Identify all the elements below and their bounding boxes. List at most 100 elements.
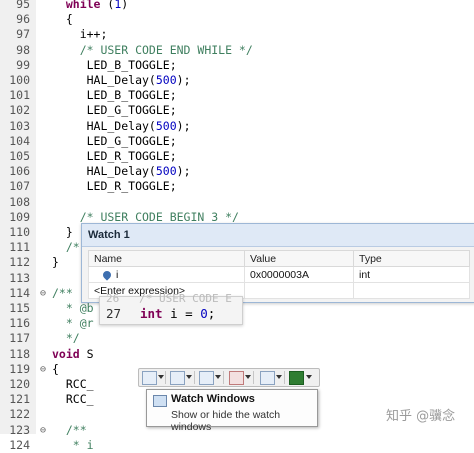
code-line[interactable]: 101 LED_B_TOGGLE; bbox=[0, 88, 474, 103]
code-text: HAL_Delay(500); bbox=[52, 73, 191, 87]
line-number[interactable]: 98 bbox=[0, 43, 30, 58]
column-type-header[interactable]: Type bbox=[353, 250, 470, 267]
line-number[interactable]: 105 bbox=[0, 149, 30, 164]
call-stack-icon[interactable] bbox=[229, 371, 244, 385]
fold-toggle-icon[interactable]: ⊖ bbox=[38, 362, 48, 377]
chevron-down-icon[interactable] bbox=[186, 375, 192, 379]
registers-icon[interactable] bbox=[199, 371, 214, 385]
chevron-down-icon[interactable] bbox=[276, 375, 282, 379]
fold-toggle-icon[interactable]: ⊖ bbox=[38, 423, 48, 438]
memory-icon[interactable] bbox=[170, 371, 185, 385]
code-line[interactable]: 106 HAL_Delay(500); bbox=[0, 164, 474, 179]
code-text: /** bbox=[52, 285, 73, 300]
fold-marker bbox=[38, 88, 48, 103]
line-number[interactable]: 121 bbox=[0, 392, 30, 407]
toolbar-separator bbox=[194, 371, 195, 384]
line-number[interactable]: 100 bbox=[0, 73, 30, 88]
line-number[interactable]: 103 bbox=[0, 119, 30, 134]
code-line[interactable]: 97 i++; bbox=[0, 27, 474, 42]
line-number[interactable]: 110 bbox=[0, 225, 30, 240]
column-name-header[interactable]: Name bbox=[88, 250, 245, 267]
line-number[interactable]: 117 bbox=[0, 331, 30, 346]
code-line[interactable]: 117 */ bbox=[0, 331, 474, 346]
line-number[interactable]: 112 bbox=[0, 255, 30, 270]
code-text: /* USER CODE END WHILE */ bbox=[52, 42, 253, 57]
watch-row-value[interactable]: 0x0000003A bbox=[244, 266, 354, 283]
line-number[interactable]: 116 bbox=[0, 316, 30, 331]
code-line[interactable]: 108 bbox=[0, 195, 474, 210]
line-number[interactable]: 101 bbox=[0, 88, 30, 103]
line-number[interactable]: 102 bbox=[0, 103, 30, 118]
line-number[interactable]: 99 bbox=[0, 58, 30, 73]
line-number[interactable]: 108 bbox=[0, 195, 30, 210]
variable-icon bbox=[101, 269, 113, 281]
hover-ghost-line: 26 /* USER CODE E bbox=[106, 292, 232, 305]
fold-marker bbox=[38, 195, 48, 210]
line-number[interactable]: 109 bbox=[0, 210, 30, 225]
serial-icon[interactable] bbox=[260, 371, 275, 385]
code-line[interactable]: 102 LED_G_TOGGLE; bbox=[0, 103, 474, 118]
fold-marker bbox=[38, 27, 48, 42]
line-number[interactable]: 106 bbox=[0, 164, 30, 179]
chevron-down-icon[interactable] bbox=[215, 375, 221, 379]
code-line[interactable]: 100 HAL_Delay(500); bbox=[0, 73, 474, 88]
fold-marker bbox=[38, 164, 48, 179]
toolbar-separator bbox=[284, 371, 285, 384]
line-number[interactable]: 111 bbox=[0, 240, 30, 255]
watch-row-name-cell[interactable]: i bbox=[88, 266, 245, 283]
code-text: */ bbox=[52, 331, 80, 346]
code-text: /** bbox=[52, 422, 87, 437]
line-number[interactable]: 118 bbox=[0, 347, 30, 362]
code-line[interactable]: 96 { bbox=[0, 12, 474, 27]
watch-row-type: int bbox=[353, 266, 470, 283]
column-value-header[interactable]: Value bbox=[244, 250, 354, 267]
line-number[interactable]: 120 bbox=[0, 377, 30, 392]
watch-window[interactable]: Watch 1 Name Value Type i 0x0000003A int… bbox=[81, 223, 474, 303]
line-number[interactable]: 119 bbox=[0, 362, 30, 377]
toolbar-separator bbox=[223, 371, 224, 384]
code-line[interactable]: 95 while (1) bbox=[0, 0, 474, 12]
code-text: LED_B_TOGGLE; bbox=[52, 57, 177, 72]
chevron-down-icon[interactable] bbox=[245, 375, 251, 379]
watch-windows-tooltip: Watch Windows Show or hide the watch win… bbox=[146, 389, 318, 433]
code-line[interactable]: 118 void S bbox=[0, 347, 474, 362]
code-line[interactable]: 124 * i bbox=[0, 438, 474, 453]
fold-toggle-icon[interactable]: ⊖ bbox=[38, 286, 48, 301]
fold-marker bbox=[38, 271, 48, 286]
logic-analyzer-icon[interactable] bbox=[289, 371, 304, 385]
line-number[interactable]: 104 bbox=[0, 134, 30, 149]
code-text: LED_G_TOGGLE; bbox=[52, 103, 177, 118]
watermark: 知乎 @骥念 bbox=[386, 409, 456, 424]
line-number[interactable]: 124 bbox=[0, 438, 30, 453]
chevron-down-icon[interactable] bbox=[306, 375, 312, 379]
line-number[interactable]: 123 bbox=[0, 423, 30, 438]
code-line[interactable]: 103 HAL_Delay(500); bbox=[0, 119, 474, 134]
code-line[interactable]: 98 /* USER CODE END WHILE */ bbox=[0, 43, 474, 58]
code-line[interactable]: 107 LED_R_TOGGLE; bbox=[0, 179, 474, 194]
code-hover-tooltip: 26 /* USER CODE E 27 int i = 0; bbox=[99, 292, 243, 325]
line-number[interactable]: 95 bbox=[0, 0, 30, 12]
fold-marker bbox=[38, 377, 48, 392]
code-line[interactable]: 104 LED_G_TOGGLE; bbox=[0, 134, 474, 149]
fold-marker bbox=[38, 73, 48, 88]
hover-code: int i = 0; bbox=[140, 306, 216, 321]
code-text: HAL_Delay(500); bbox=[52, 118, 191, 133]
code-text: while (1) bbox=[65, 0, 129, 11]
code-line[interactable]: 99 LED_B_TOGGLE; bbox=[0, 58, 474, 73]
watch-window-title[interactable]: Watch 1 bbox=[82, 224, 474, 247]
line-number[interactable]: 113 bbox=[0, 271, 30, 286]
line-number[interactable]: 115 bbox=[0, 301, 30, 316]
code-line[interactable]: 105 LED_R_TOGGLE; bbox=[0, 149, 474, 164]
chevron-down-icon[interactable] bbox=[158, 375, 164, 379]
line-number[interactable]: 96 bbox=[0, 12, 30, 27]
fold-marker bbox=[38, 210, 48, 225]
line-number[interactable]: 97 bbox=[0, 27, 30, 42]
code-text: LED_B_TOGGLE; bbox=[52, 88, 177, 103]
line-number[interactable]: 107 bbox=[0, 179, 30, 194]
watch-window-icon[interactable] bbox=[142, 371, 157, 385]
hover-line-number: 27 bbox=[106, 306, 122, 321]
watch-row[interactable]: i 0x0000003A int bbox=[88, 266, 470, 283]
line-number[interactable]: 114 bbox=[0, 286, 30, 301]
line-number[interactable]: 122 bbox=[0, 407, 30, 422]
fold-marker bbox=[38, 225, 48, 240]
